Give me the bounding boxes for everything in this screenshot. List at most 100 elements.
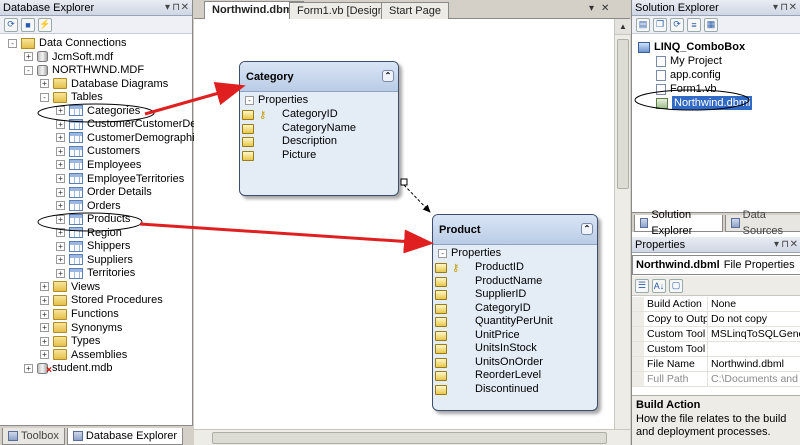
entity-field[interactable]: ⚷ CategoryID [240, 108, 398, 122]
entity-field[interactable]: UnitPrice [433, 329, 597, 343]
tree-node[interactable]: - Data Connections [8, 36, 126, 50]
data-sources-tab[interactable]: Data Sources [725, 209, 800, 237]
expand-icon[interactable]: + [56, 241, 65, 251]
property-row[interactable]: Custom ToolMSLinqToSQLGenera [632, 327, 800, 342]
stop-refresh-icon[interactable]: ■ [21, 17, 35, 32]
entity-field[interactable]: SupplierID [433, 288, 597, 302]
tree-node[interactable]: + Shippers [56, 239, 130, 253]
product-entity-header[interactable]: Product ⌃ [433, 215, 597, 245]
vertical-scroll-thumb[interactable] [617, 39, 629, 189]
tree-node[interactable]: + Products [56, 212, 130, 226]
show-all-files-icon[interactable]: ❐ [653, 17, 667, 32]
category-properties-section[interactable]: - Properties [240, 92, 398, 108]
tree-node[interactable]: + Synonyms [40, 321, 122, 335]
tab-form1-design[interactable]: Form1.vb [Design] [289, 2, 395, 19]
category-entity[interactable]: Category ⌃ - Properties ⚷ CategoryID Categ… [239, 61, 399, 196]
property-row[interactable]: Custom Tool Na [632, 342, 800, 357]
horizontal-scroll-thumb[interactable] [212, 432, 607, 444]
refresh-icon[interactable]: ⟳ [4, 17, 18, 32]
collapse-icon[interactable]: - [40, 92, 49, 102]
entity-field[interactable]: Description [240, 135, 398, 149]
property-row[interactable]: File Name Northwind.dbml [632, 357, 800, 372]
alphabetical-icon[interactable]: A↓ [652, 278, 666, 293]
collapse-icon[interactable]: ⌃ [382, 70, 394, 82]
expand-icon[interactable]: + [56, 255, 65, 265]
tree-node[interactable]: + EmployeeTerritories [56, 172, 184, 186]
entity-field[interactable]: CategoryName [240, 122, 398, 136]
solution-node[interactable]: Northwind.dbml [656, 96, 753, 110]
collapse-section-icon[interactable]: - [245, 95, 254, 105]
autohide-pin-icon[interactable]: ⊓ [780, 0, 788, 16]
connect-to-database-icon[interactable]: ⚡ [38, 17, 52, 32]
pin-icon[interactable]: ▾ [773, 0, 778, 16]
expand-icon[interactable]: + [56, 187, 65, 197]
tree-node[interactable]: + Territories [56, 266, 135, 280]
tree-node[interactable]: + Database Diagrams [40, 77, 168, 91]
expand-icon[interactable]: + [24, 363, 33, 373]
collapse-icon[interactable]: - [24, 65, 33, 75]
expand-icon[interactable]: + [56, 201, 65, 211]
tree-node[interactable]: + Assemblies [40, 348, 127, 362]
entity-field[interactable]: UnitsOnOrder [433, 356, 597, 370]
tree-node[interactable]: + Stored Procedures [40, 293, 163, 307]
tree-node[interactable]: + Employees [56, 158, 141, 172]
solution-explorer-tab[interactable]: Solution Explorer [634, 209, 724, 237]
close-document-icon[interactable]: ✕ [601, 3, 609, 14]
collapse-icon[interactable]: - [8, 38, 17, 48]
category-entity-header[interactable]: Category ⌃ [240, 62, 398, 92]
close-icon[interactable]: ✕ [789, 0, 797, 16]
tree-node[interactable]: + Functions [40, 307, 119, 321]
tree-node[interactable]: + Categories [56, 104, 140, 118]
tree-node[interactable]: + student.mdb [24, 361, 113, 378]
tab-start-page[interactable]: Start Page [381, 2, 449, 19]
expand-icon[interactable]: + [56, 119, 65, 129]
expand-icon[interactable]: + [56, 133, 65, 143]
expand-icon[interactable]: + [40, 309, 49, 319]
solution-node[interactable]: My Project [656, 54, 722, 68]
tree-node[interactable]: + Views [40, 280, 100, 294]
solution-node[interactable]: Form1.vb [656, 82, 716, 96]
entity-field[interactable]: ReorderLevel [433, 369, 597, 383]
entity-field[interactable]: Discontinued [433, 383, 597, 397]
property-value[interactable]: C:\Documents and S [708, 372, 800, 386]
vertical-scrollbar[interactable]: ▲ [614, 19, 631, 429]
expand-icon[interactable]: + [40, 350, 49, 360]
expand-icon[interactable]: + [40, 282, 49, 292]
property-row[interactable]: Build Action None [632, 297, 800, 312]
database-explorer-tab[interactable]: Database Explorer [66, 428, 184, 445]
scroll-up-icon[interactable]: ▲ [615, 19, 631, 35]
property-value[interactable]: Do not copy [708, 312, 767, 326]
expand-icon[interactable]: + [56, 146, 65, 156]
properties-icon[interactable]: ▤ [636, 17, 650, 32]
expand-icon[interactable]: + [56, 228, 65, 238]
tree-node[interactable]: + Region [56, 226, 122, 240]
tree-node[interactable]: + Customers [56, 144, 140, 158]
property-value[interactable]: None [708, 297, 736, 311]
expand-icon[interactable]: + [56, 106, 65, 116]
expand-icon[interactable]: + [40, 336, 49, 346]
collapse-section-icon[interactable]: - [438, 248, 447, 258]
property-value[interactable]: MSLinqToSQLGenera [708, 327, 800, 341]
tab-dropdown-icon[interactable]: ▾ [589, 3, 594, 14]
tree-node[interactable]: - Tables [40, 90, 103, 104]
expand-icon[interactable]: + [56, 160, 65, 170]
property-value[interactable] [708, 342, 711, 356]
entity-field[interactable]: QuantityPerUnit [433, 315, 597, 329]
refresh-icon[interactable]: ⟳ [670, 17, 684, 32]
expand-icon[interactable]: + [40, 295, 49, 305]
property-row[interactable]: Full Path C:\Documents and S [632, 372, 800, 387]
entity-field[interactable]: CategoryID [433, 302, 597, 316]
pin-icon[interactable]: ▾ [165, 0, 170, 16]
expand-icon[interactable]: + [56, 174, 65, 183]
view-designer-icon[interactable]: ▦ [704, 17, 718, 32]
tree-node[interactable]: + Order Details [56, 185, 152, 199]
autohide-pin-icon[interactable]: ⊓ [781, 237, 789, 253]
expand-icon[interactable]: + [40, 323, 49, 333]
tree-node[interactable]: + CustomerCustomerDemo [56, 117, 212, 131]
expand-icon[interactable]: + [40, 79, 49, 89]
tree-node[interactable]: - NORTHWND.MDF [24, 63, 144, 77]
entity-field[interactable]: ProductName [433, 275, 597, 289]
properties-object-selector[interactable]: Northwind.dbml File Properties [632, 255, 800, 275]
tree-node[interactable]: + JcmSoft.mdf [24, 50, 113, 64]
expand-icon[interactable]: + [24, 52, 33, 62]
